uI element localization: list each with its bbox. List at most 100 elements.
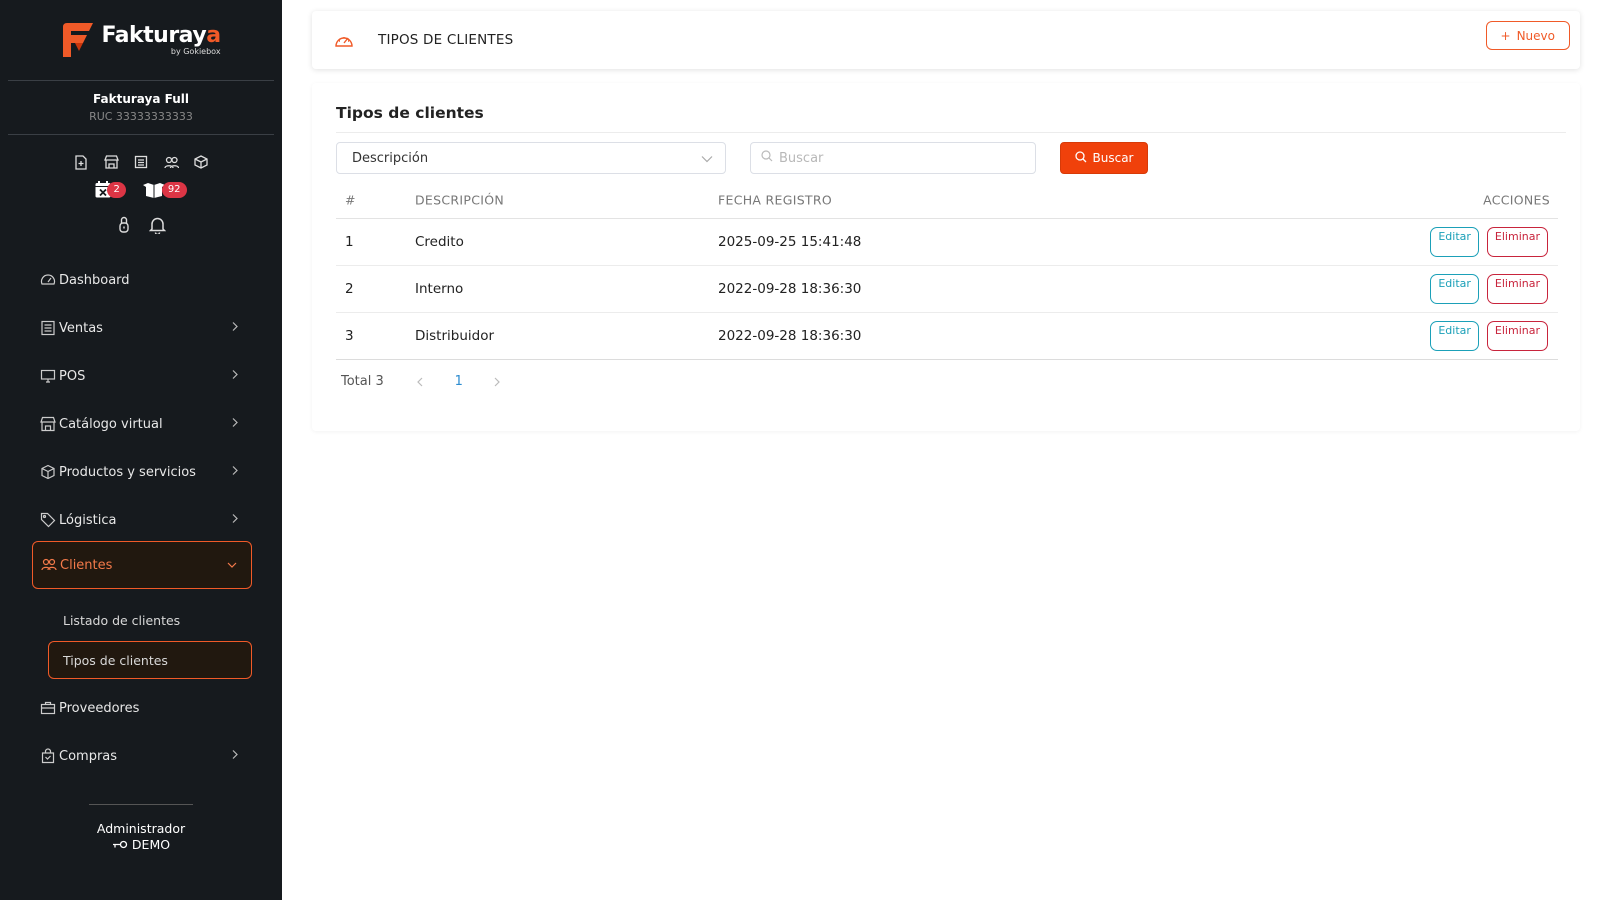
filter-column-select[interactable]: Descripción [336, 142, 726, 174]
delete-button[interactable]: Eliminar [1486, 274, 1548, 304]
row-date: 2025-09-25 15:41:48 [718, 234, 862, 250]
table-row: 2 Interno 2022-09-28 18:36:30 Editar Eli… [336, 266, 1558, 313]
box-icon [40, 464, 56, 480]
pagination-total: Total 3 [341, 374, 384, 389]
prev-page-button[interactable] [402, 377, 440, 387]
search-icon [1074, 150, 1087, 166]
row-number: 1 [345, 234, 354, 250]
brand-byline: by Gokiebox [170, 47, 221, 56]
lock-icon[interactable] [117, 216, 131, 238]
search-input[interactable] [779, 150, 1019, 166]
pagination: Total 3 1 [341, 374, 516, 389]
chevron-right-icon [231, 465, 238, 480]
filter-column-value: Descripción [352, 150, 429, 166]
shopping-bag-icon [40, 748, 56, 764]
sidebar-item-label: Compras [59, 748, 118, 764]
table-header: # DESCRIPCIÓN FECHA REGISTRO ACCIONES [336, 181, 1558, 219]
sidebar-item-label: Clientes [60, 557, 113, 573]
sidebar-item-dashboard[interactable]: Dashboard [32, 256, 252, 304]
user-name-link[interactable]: DEMO [0, 837, 282, 852]
sidebar: Fakturaya by Gokiebox Fakturaya Full RUC… [0, 0, 282, 900]
company-info: Fakturaya Full RUC 33333333333 [0, 81, 282, 134]
chevron-right-icon [494, 377, 501, 386]
chevron-left-icon [417, 377, 423, 386]
search-field[interactable] [750, 142, 1036, 174]
search-icon [761, 150, 773, 166]
user-name: DEMO [131, 837, 171, 852]
sidebar-item-compras[interactable]: Compras [32, 732, 252, 780]
brand-name: Fakturay [101, 23, 207, 48]
store-icon[interactable] [102, 153, 120, 171]
new-button-label: Nuevo [1516, 28, 1555, 43]
box-icon[interactable] [192, 153, 210, 171]
sidebar-item-label: POS [59, 368, 86, 384]
row-description: Credito [415, 234, 464, 250]
row-actions: Editar Eliminar [1430, 274, 1548, 304]
boxes-badge[interactable]: 92 [142, 181, 187, 198]
sidebar-divider [8, 134, 274, 135]
users-icon [41, 557, 57, 573]
sidebar-item-catalogo-virtual[interactable]: Catálogo virtual [32, 400, 252, 448]
sidebar-item-label: Dashboard [59, 272, 130, 288]
sidebar-subitem-listado-clientes[interactable]: Listado de clientes [48, 601, 252, 639]
sidebar-item-label: Proveedores [59, 700, 140, 716]
gauge-icon [40, 272, 56, 288]
bell-icon[interactable] [148, 216, 166, 238]
row-actions: Editar Eliminar [1430, 321, 1548, 351]
sidebar-item-proveedores[interactable]: Proveedores [32, 684, 252, 732]
row-date: 2022-09-28 18:36:30 [718, 281, 862, 297]
brand-logo[interactable]: Fakturaya by Gokiebox [0, 0, 282, 80]
calendar-badge[interactable]: 2 [95, 181, 126, 198]
file-plus-icon[interactable] [72, 153, 90, 171]
sidebar-subitem-label: Tipos de clientes [63, 652, 168, 668]
row-actions: Editar Eliminar [1430, 227, 1548, 257]
row-date: 2022-09-28 18:36:30 [718, 328, 862, 344]
page-header: TIPOS DE CLIENTES + Nuevo [312, 11, 1580, 69]
page-number[interactable]: 1 [440, 374, 478, 389]
search-button-label: Buscar [1092, 151, 1134, 165]
security-notifications [0, 216, 282, 238]
receipt-icon [40, 320, 56, 336]
store-icon [40, 416, 56, 432]
search-button[interactable]: Buscar [1060, 142, 1148, 174]
column-header-date: FECHA REGISTRO [718, 192, 832, 207]
document-list-icon[interactable] [132, 153, 150, 171]
chevron-down-icon [701, 152, 713, 167]
company-ruc: RUC 33333333333 [89, 110, 193, 123]
chevron-right-icon [231, 369, 238, 384]
fakturaya-logo-icon [61, 21, 95, 59]
edit-button[interactable]: Editar [1430, 321, 1479, 351]
key-icon [112, 837, 128, 852]
sidebar-item-clientes[interactable]: Clientes [32, 541, 252, 589]
title-divider [336, 132, 1566, 133]
sidebar-item-productos-servicios[interactable]: Productos y servicios [32, 448, 252, 496]
sidebar-subitem-label: Listado de clientes [63, 612, 181, 628]
calendar-count-badge: 2 [107, 181, 126, 198]
sidebar-item-label: Ventas [59, 320, 103, 336]
next-page-button[interactable] [478, 377, 516, 387]
delete-button[interactable]: Eliminar [1486, 227, 1548, 257]
chevron-right-icon [231, 513, 238, 528]
page-title: TIPOS DE CLIENTES [378, 32, 514, 48]
users-icon[interactable] [162, 153, 180, 171]
user-divider [89, 804, 193, 805]
column-header-actions: ACCIONES [1483, 192, 1550, 207]
notification-badges: 2 92 [0, 181, 282, 198]
chevron-down-icon [227, 558, 237, 573]
delete-button[interactable]: Eliminar [1486, 321, 1548, 351]
new-button[interactable]: + Nuevo [1485, 21, 1570, 50]
column-header-description: DESCRIPCIÓN [415, 192, 504, 207]
user-role: Administrador [96, 821, 186, 836]
sidebar-item-ventas[interactable]: Ventas [32, 304, 252, 352]
plus-icon: + [1500, 28, 1511, 43]
sidebar-item-logistica[interactable]: Lógistica [32, 496, 252, 544]
edit-button[interactable]: Editar [1430, 227, 1479, 257]
column-header-number: # [345, 192, 356, 207]
sidebar-item-label: Productos y servicios [59, 464, 196, 480]
sidebar-subitem-tipos-clientes[interactable]: Tipos de clientes [48, 641, 252, 679]
edit-button[interactable]: Editar [1430, 274, 1479, 304]
content-title: Tipos de clientes [336, 104, 484, 122]
row-description: Interno [415, 281, 464, 297]
gauge-icon [334, 32, 354, 48]
sidebar-item-pos[interactable]: POS [32, 352, 252, 400]
